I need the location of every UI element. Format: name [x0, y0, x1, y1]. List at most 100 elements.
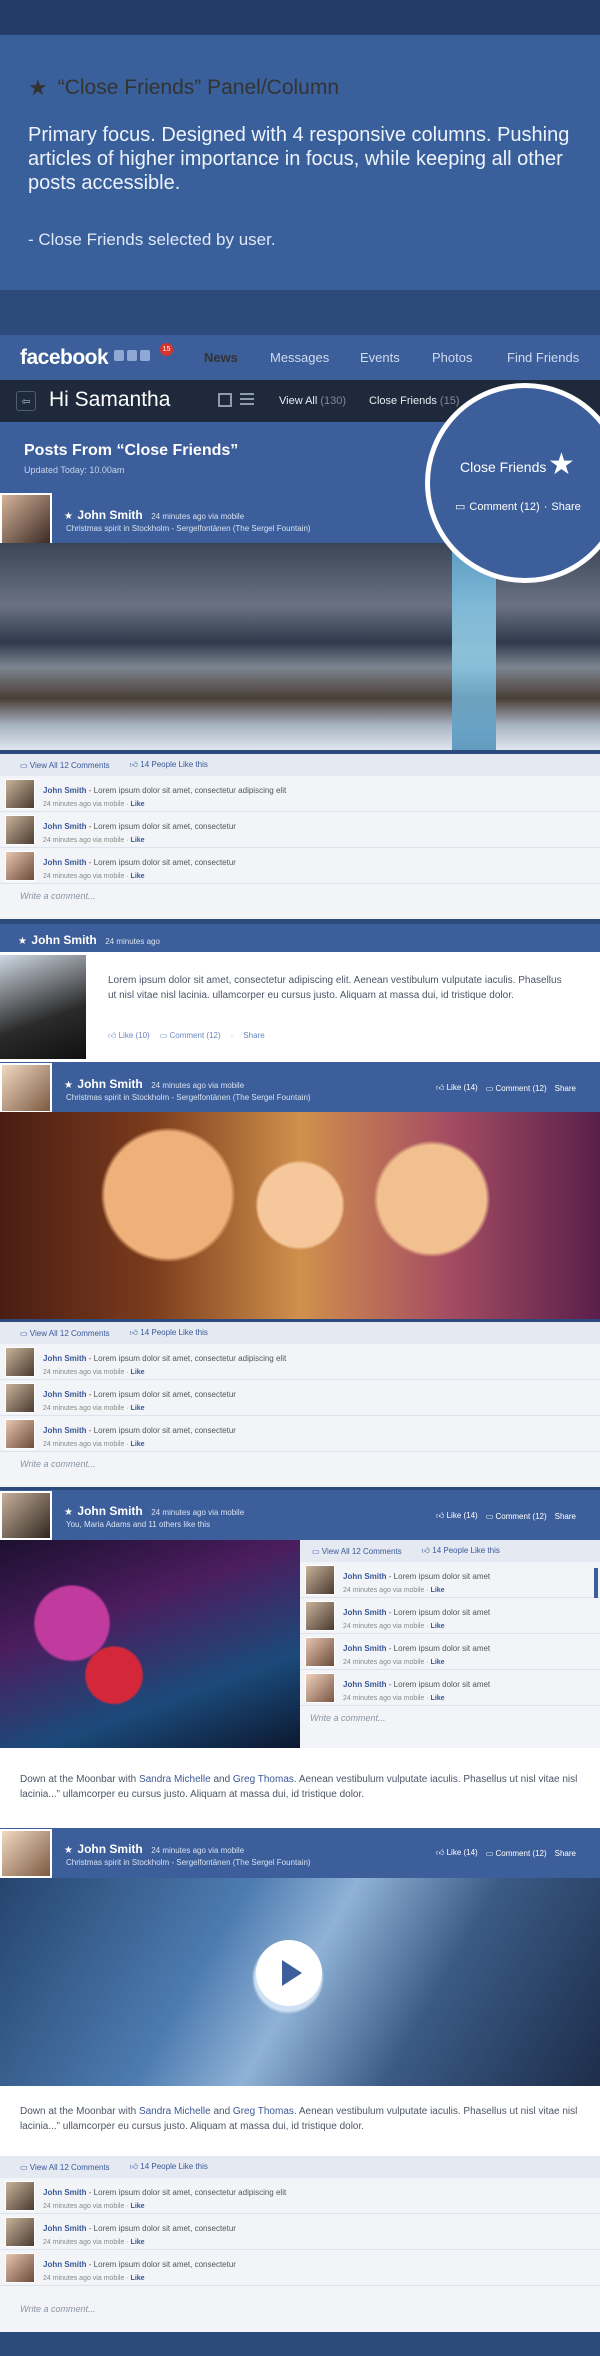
comment-name[interactable]: John Smith: [43, 822, 87, 831]
comment-like-link[interactable]: Like: [131, 2239, 145, 2246]
comment-avatar[interactable]: [5, 814, 35, 845]
comment-name[interactable]: John Smith: [343, 1608, 387, 1617]
comment-avatar[interactable]: [5, 1418, 35, 1449]
post5-share[interactable]: Share: [555, 1849, 576, 1858]
list-view-icon[interactable]: [240, 393, 254, 407]
post3-likes[interactable]: 👍︎ 14 People Like this: [130, 1328, 208, 1338]
write-comment-input[interactable]: Write a comment...: [0, 2286, 600, 2332]
post4-photo[interactable]: [0, 1540, 300, 1748]
post4-text: Down at the Moonbar with Sandra Michelle…: [20, 1772, 580, 1802]
nav-link-messages[interactable]: Messages: [270, 350, 329, 365]
post5-avatar[interactable]: [0, 1829, 52, 1878]
post2-avatar[interactable]: [0, 955, 86, 1059]
comment-avatar[interactable]: [305, 1564, 335, 1595]
comment-name[interactable]: John Smith: [43, 1426, 87, 1435]
nav-link-news[interactable]: News: [204, 350, 238, 365]
comment-avatar[interactable]: [5, 1382, 35, 1413]
nav-link-find-friends[interactable]: Find Friends: [507, 350, 579, 365]
write-comment-input[interactable]: Write a comment...: [0, 1452, 600, 1476]
play-button[interactable]: [256, 1940, 322, 2006]
comment-like-link[interactable]: Like: [131, 873, 145, 880]
comment-avatar[interactable]: [305, 1636, 335, 1667]
comment-name[interactable]: John Smith: [343, 1572, 387, 1581]
post4-avatar[interactable]: [0, 1491, 52, 1540]
post5-comment[interactable]: ▭ Comment (12): [486, 1849, 547, 1858]
comment-like-link[interactable]: Like: [431, 1659, 445, 1666]
tag-greg-thomas[interactable]: Greg Thomas: [233, 1774, 294, 1785]
post5-name[interactable]: John Smith: [77, 1842, 142, 1856]
post4-view-all[interactable]: ▭ View All 12 Comments: [312, 1547, 402, 1556]
comment-avatar[interactable]: [5, 2252, 35, 2283]
post1-name[interactable]: John Smith: [77, 508, 142, 522]
comment-name[interactable]: John Smith: [43, 1354, 87, 1363]
facebook-logo[interactable]: facebook: [20, 346, 109, 370]
callout-comment[interactable]: Comment (12): [469, 501, 539, 513]
post4-share[interactable]: Share: [555, 1512, 576, 1521]
post3-photo[interactable]: [0, 1112, 600, 1319]
comment-name[interactable]: John Smith: [43, 1390, 87, 1399]
globe-icon[interactable]: [140, 350, 150, 361]
comment-like-link[interactable]: Like: [131, 837, 145, 844]
post1-avatar[interactable]: [0, 493, 52, 545]
comment-like-link[interactable]: Like: [431, 1695, 445, 1702]
comment-like-link[interactable]: Like: [431, 1587, 445, 1594]
view-all-link[interactable]: View All (130): [279, 395, 346, 407]
nav-link-photos[interactable]: Photos: [432, 350, 472, 365]
comment-name[interactable]: John Smith: [343, 1644, 387, 1653]
back-button[interactable]: ⇦: [16, 391, 36, 411]
post3-avatar[interactable]: [0, 1063, 52, 1113]
post3-name[interactable]: John Smith: [77, 1077, 142, 1091]
comment-like-link[interactable]: Like: [131, 1405, 145, 1412]
post3-share[interactable]: Share: [555, 1084, 576, 1093]
comment-avatar[interactable]: [5, 1346, 35, 1377]
post3-like[interactable]: 👍︎ Like (14): [436, 1083, 478, 1093]
post2-share[interactable]: Share: [243, 1031, 264, 1041]
post3-view-all[interactable]: ▭ View All 12 Comments: [20, 1329, 110, 1338]
comment-like-link[interactable]: Like: [431, 1623, 445, 1630]
post2-comment[interactable]: ▭ Comment (12): [160, 1031, 221, 1041]
comment-name[interactable]: John Smith: [43, 2260, 87, 2269]
post5-like[interactable]: 👍︎ Like (14): [436, 1848, 478, 1858]
comment-avatar[interactable]: [305, 1672, 335, 1703]
callout-title[interactable]: Close Friends: [460, 459, 546, 475]
comment-avatar[interactable]: [5, 2216, 35, 2247]
star-icon[interactable]: ★: [548, 447, 575, 482]
post5-view-all[interactable]: ▭ View All 12 Comments: [20, 2163, 110, 2172]
nav-link-events[interactable]: Events: [360, 350, 400, 365]
comment-name[interactable]: John Smith: [43, 2188, 87, 2197]
callout-share[interactable]: Share: [551, 501, 580, 513]
comment-name[interactable]: John Smith: [43, 858, 87, 867]
comment-name[interactable]: John Smith: [43, 2224, 87, 2233]
comment-avatar[interactable]: [5, 850, 35, 881]
comment-like-link[interactable]: Like: [131, 2275, 145, 2282]
comment-name[interactable]: John Smith: [343, 1680, 387, 1689]
comment-avatar[interactable]: [305, 1600, 335, 1631]
messages-icon[interactable]: [127, 350, 137, 361]
post2-name[interactable]: John Smith: [31, 933, 96, 947]
tag-greg-thomas[interactable]: Greg Thomas: [233, 2106, 294, 2117]
comment-avatar[interactable]: [5, 2180, 35, 2211]
post4-likes[interactable]: 👍︎ 14 People Like this: [422, 1546, 500, 1556]
write-comment-input[interactable]: Write a comment...: [0, 884, 600, 908]
comment-name[interactable]: John Smith: [43, 786, 87, 795]
comment-like-link[interactable]: Like: [131, 2203, 145, 2210]
post1-view-all[interactable]: ▭ View All 12 Comments: [20, 761, 110, 770]
tag-sandra-michelle[interactable]: Sandra Michelle: [139, 1774, 211, 1785]
comment-like-link[interactable]: Like: [131, 1441, 145, 1448]
post4-name[interactable]: John Smith: [77, 1504, 142, 1518]
comment-avatar[interactable]: [5, 778, 35, 809]
friend-requests-icon[interactable]: [114, 350, 124, 361]
post4-like[interactable]: 👍︎ Like (14): [436, 1511, 478, 1521]
write-comment-input[interactable]: Write a comment...: [300, 1706, 600, 1730]
post5-likes[interactable]: 👍︎ 14 People Like this: [130, 2162, 208, 2172]
post1-likes[interactable]: 👍︎ 14 People Like this: [130, 760, 208, 770]
scrollbar[interactable]: [594, 1568, 598, 1598]
post3-comment[interactable]: ▭ Comment (12): [486, 1084, 547, 1093]
tag-sandra-michelle[interactable]: Sandra Michelle: [139, 2106, 211, 2117]
close-friends-link[interactable]: Close Friends (15): [369, 395, 459, 407]
post2-like[interactable]: 👍︎ Like (10): [108, 1031, 150, 1041]
grid-view-icon[interactable]: [218, 393, 232, 407]
comment-like-link[interactable]: Like: [131, 1369, 145, 1376]
comment-like-link[interactable]: Like: [131, 801, 145, 808]
post4-comment[interactable]: ▭ Comment (12): [486, 1512, 547, 1521]
